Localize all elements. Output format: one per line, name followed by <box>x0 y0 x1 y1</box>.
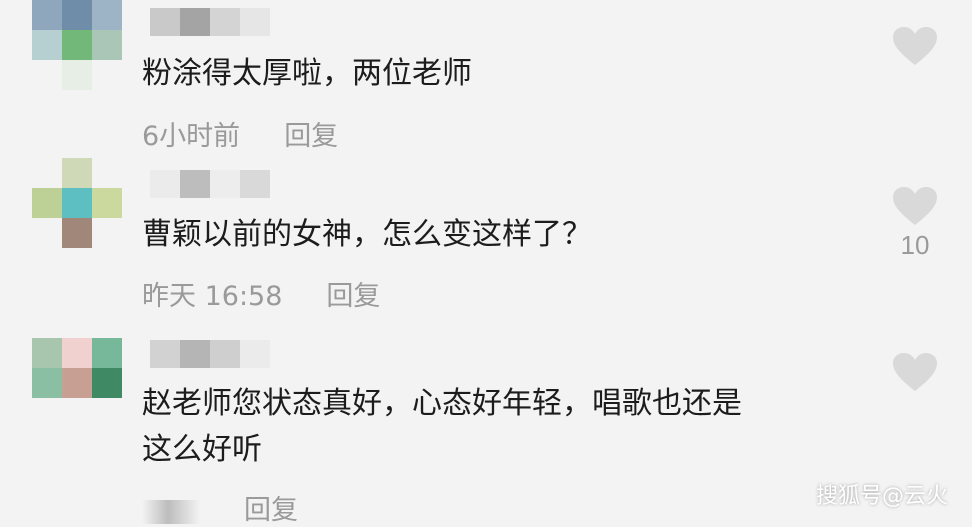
comment-meta: 6小时前 回复 <box>142 114 338 153</box>
comment-text-line-1: 赵老师您状态真好，心态好年轻，唱歌也还是 <box>142 386 742 421</box>
watermark: 搜狐号@云火 <box>815 484 948 509</box>
comment-text: 曹颖以前的女神，怎么变这样了？ <box>142 217 592 252</box>
comment-text-line-2: 这么好听 <box>142 432 262 467</box>
heart-icon <box>893 187 937 225</box>
like-count: 10 <box>900 230 930 260</box>
like-button[interactable] <box>890 352 940 396</box>
reply-button[interactable]: 回复 <box>244 495 298 526</box>
avatar[interactable] <box>32 338 122 428</box>
reply-button[interactable]: 回复 <box>326 281 380 312</box>
reply-button[interactable]: 回复 <box>284 121 338 152</box>
heart-icon <box>893 353 937 391</box>
avatar[interactable] <box>32 0 122 90</box>
comment-meta: 昨天 16:58 回复 <box>142 274 380 313</box>
like-button[interactable] <box>890 26 940 70</box>
like-button[interactable]: 10 <box>890 186 940 261</box>
comment-text: 粉涂得太厚啦，两位老师 <box>142 56 472 91</box>
heart-icon <box>893 27 937 65</box>
comment-time: 6小时前 <box>142 121 241 152</box>
comment-time: 昨天 16:58 <box>142 281 283 312</box>
avatar[interactable] <box>32 158 122 248</box>
comment-meta: 回复 <box>142 488 298 527</box>
